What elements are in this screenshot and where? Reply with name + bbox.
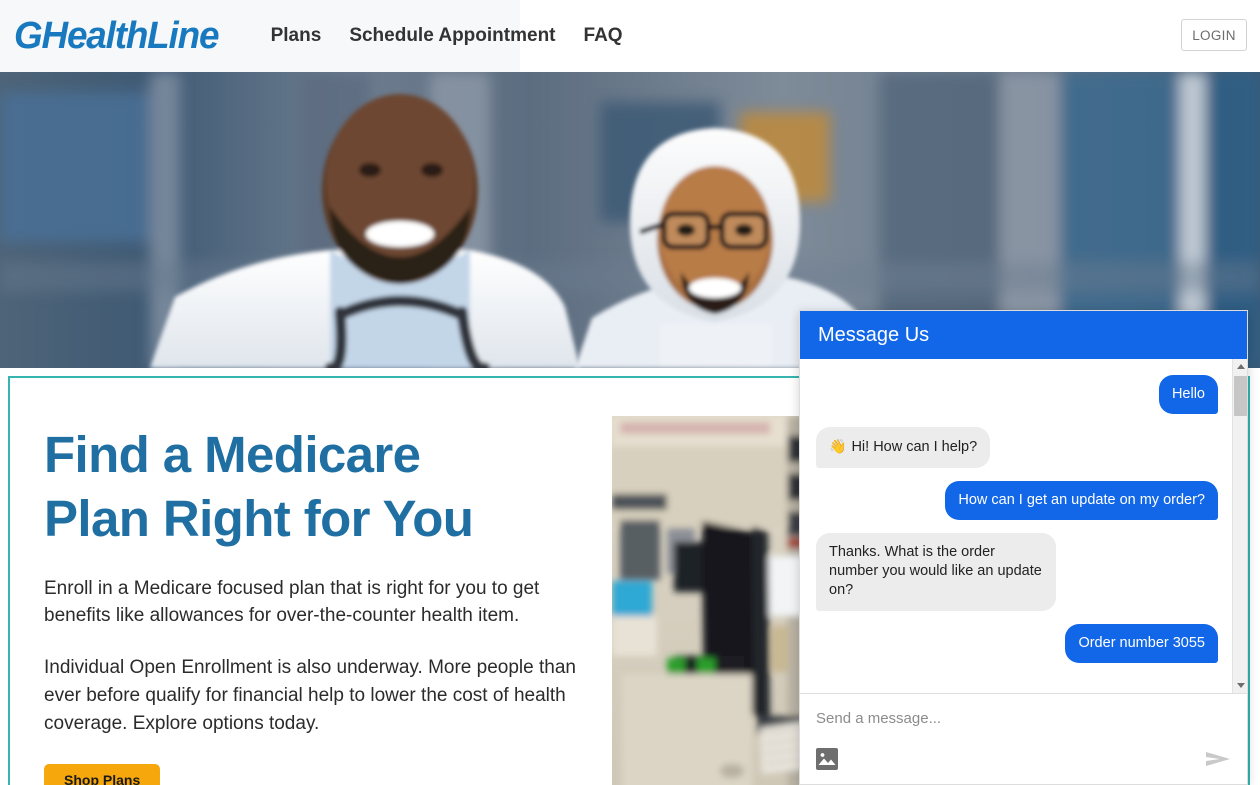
chat-title: Message Us — [818, 323, 930, 346]
chat-input-toolbar — [816, 748, 1233, 770]
site-header: GHealthLine Plans Schedule Appointment F… — [0, 0, 1260, 72]
site-logo[interactable]: GHealthLine — [14, 17, 219, 55]
scroll-down-arrow-icon[interactable] — [1233, 678, 1247, 693]
page-title: Find a Medicare Plan Right for You — [44, 423, 610, 552]
waving-hand-icon: 👋 — [829, 438, 847, 455]
chat-message-input[interactable] — [816, 710, 1233, 727]
chat-message-bubble-user: Hello — [1158, 375, 1218, 415]
chat-message-row: Order number 3055 — [816, 623, 1218, 663]
nav-link-schedule-appointment[interactable]: Schedule Appointment — [349, 25, 555, 47]
chat-scrollbar[interactable] — [1232, 359, 1247, 693]
chat-message-bubble-bot: Thanks. What is the order number you wou… — [816, 532, 1056, 611]
headline-line-1: Find a Medicare — [44, 426, 421, 483]
nav-link-faq[interactable]: FAQ — [584, 25, 623, 47]
intro-paragraph-1: Enroll in a Medicare focused plan that i… — [44, 577, 540, 627]
hero-copy-column: Find a Medicare Plan Right for You Enrol… — [10, 378, 610, 785]
chat-message-bubble-user: How can I get an update on my order? — [945, 480, 1218, 520]
page-root: GHealthLine Plans Schedule Appointment F… — [0, 0, 1260, 785]
shop-plans-button[interactable]: Shop Plans — [44, 764, 161, 785]
chat-message-row: How can I get an update on my order? — [816, 480, 1218, 520]
chat-widget: Message Us Hello 👋 Hi! How can I help? Ho… — [799, 310, 1248, 785]
chat-message-row: Hello — [816, 375, 1218, 415]
chat-header: Message Us — [800, 311, 1247, 359]
main-navigation: Plans Schedule Appointment FAQ — [271, 25, 623, 47]
image-attachment-icon[interactable] — [816, 748, 838, 770]
chat-message-bubble-bot: 👋 Hi! How can I help? — [816, 427, 991, 468]
chat-message-row: 👋 Hi! How can I help? — [816, 427, 1218, 468]
chat-message-list: Hello 👋 Hi! How can I help? How can I get… — [800, 359, 1232, 693]
clinic-workstation-photo — [612, 416, 812, 785]
chat-input-area — [800, 694, 1247, 784]
nav-link-plans[interactable]: Plans — [271, 25, 322, 47]
login-button[interactable]: LOGIN — [1181, 19, 1247, 51]
headline-line-2: Plan Right for You — [44, 490, 474, 548]
scrollbar-thumb[interactable] — [1234, 376, 1247, 416]
chat-message-bubble-user: Order number 3055 — [1065, 623, 1218, 663]
send-message-icon[interactable] — [1203, 748, 1233, 770]
chat-message-text: Hi! How can I help? — [851, 439, 978, 456]
scroll-up-arrow-icon[interactable] — [1233, 359, 1247, 374]
chat-body: Hello 👋 Hi! How can I help? How can I get… — [800, 359, 1247, 693]
chat-message-row: Thanks. What is the order number you wou… — [816, 532, 1218, 611]
intro-paragraph-2: Individual Open Enrollment is also under… — [44, 657, 576, 735]
